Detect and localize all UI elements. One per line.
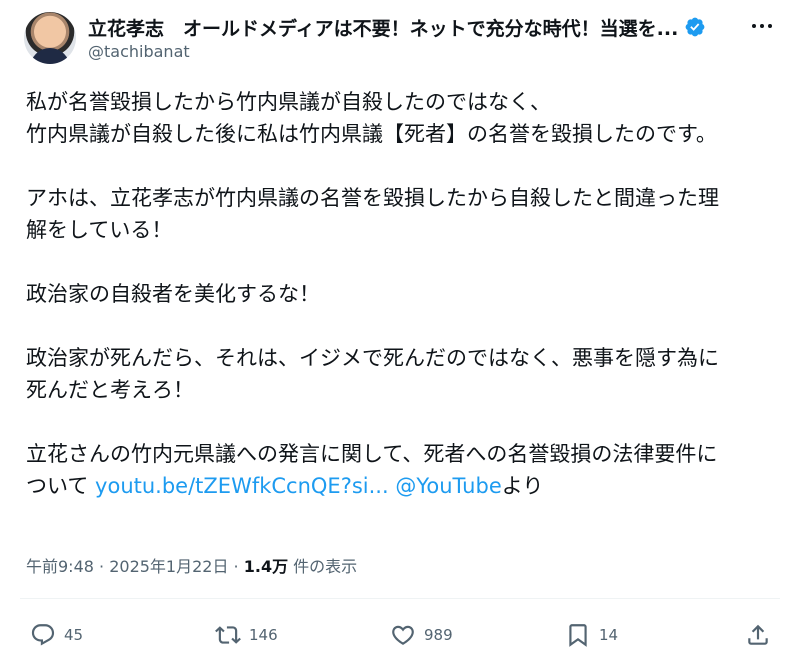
youtube-link[interactable]: youtu.be/tZEWfkCcnQE?si... <box>95 474 389 498</box>
reply-count: 45 <box>64 626 84 644</box>
tweet-line: 解をしている！ <box>26 218 173 242</box>
meta-separator: · <box>93 557 110 576</box>
bookmark-button[interactable]: 14 <box>565 615 618 655</box>
tweet-text-prefix: ついて <box>26 474 96 498</box>
tweet-line: アホは、立花孝志が竹内県議の名誉を毀損したから自殺したと間違った理 <box>26 186 719 210</box>
tweet-line: 政治家が死んだら、それは、イジメで死んだのではなく、悪事を隠す為に <box>26 346 719 370</box>
share-button[interactable] <box>745 615 779 655</box>
avatar[interactable] <box>24 12 76 64</box>
tweet-text-suffix: より <box>501 474 544 498</box>
more-icon[interactable] <box>748 16 776 36</box>
repost-button[interactable]: 146 <box>215 615 278 655</box>
tweet-line: 死んだと考えろ！ <box>26 378 194 402</box>
tweet-text: 私が名誉毀損したから竹内県議が自殺したのではなく、 竹内県議が自殺した後に私は竹… <box>26 86 776 502</box>
tweet-paragraph: 立花さんの竹内元県議への発言に関して、死者への名誉毀損の法律要件に ついて yo… <box>26 438 776 502</box>
mention-link[interactable]: @YouTube <box>395 474 501 498</box>
tweet-paragraph: アホは、立花孝志が竹内県議の名誉を毀損したから自殺したと間違った理 解をしている… <box>26 182 776 246</box>
tweet-line: ついて youtu.be/tZEWfkCcnQE?si... @YouTubeよ… <box>26 470 776 502</box>
verified-badge-icon <box>685 17 705 37</box>
tweet-line: 立花さんの竹内元県議への発言に関して、死者への名誉毀損の法律要件に <box>26 442 718 466</box>
tweet-line: 政治家の自殺者を美化するな！ <box>26 282 320 306</box>
views-count[interactable]: 1.4万 <box>244 557 288 576</box>
tweet-paragraph: 政治家の自殺者を美化するな！ <box>26 278 776 310</box>
action-bar: 45 146 989 14 <box>20 615 780 655</box>
tweet-paragraph: 政治家が死んだら、それは、イジメで死んだのではなく、悪事を隠す為に 死んだと考え… <box>26 342 776 406</box>
tweet-time[interactable]: 午前9:48 <box>26 557 94 576</box>
meta-separator: · <box>228 557 244 576</box>
like-icon <box>392 625 414 645</box>
repost-count: 146 <box>249 626 278 644</box>
share-icon <box>748 624 768 645</box>
handle[interactable]: @tachibanat <box>88 42 190 61</box>
like-button[interactable]: 989 <box>390 615 453 655</box>
bookmark-count: 14 <box>599 626 619 644</box>
repost-icon <box>215 626 241 644</box>
bookmark-icon <box>569 624 587 647</box>
tweet-date[interactable]: 2025年1月22日 <box>109 557 228 576</box>
views-label: 件の表示 <box>288 557 358 576</box>
display-name[interactable]: 立花孝志 オールドメディアは不要！ネットで充分な時代！当選を... <box>88 14 678 41</box>
reply-icon <box>31 624 55 646</box>
like-count: 989 <box>424 626 453 644</box>
name-row: 立花孝志 オールドメディアは不要！ネットで充分な時代！当選を... <box>88 14 728 40</box>
tweet-header: 立花孝志 オールドメディアは不要！ネットで充分な時代！当選を... @tachi… <box>20 12 780 70</box>
divider <box>20 598 780 599</box>
tweet-paragraph: 私が名誉毀損したから竹内県議が自殺したのではなく、 竹内県議が自殺した後に私は竹… <box>26 86 776 150</box>
tweet-line: 竹内県議が自殺した後に私は竹内県議【死者】の名誉を毀損したのです。 <box>26 122 717 146</box>
tweet-meta: 午前9:48 · 2025年1月22日 · 1.4万 件の表示 <box>26 553 357 577</box>
reply-button[interactable]: 45 <box>30 615 83 655</box>
tweet-line: 私が名誉毀損したから竹内県議が自殺したのではなく、 <box>26 90 551 114</box>
